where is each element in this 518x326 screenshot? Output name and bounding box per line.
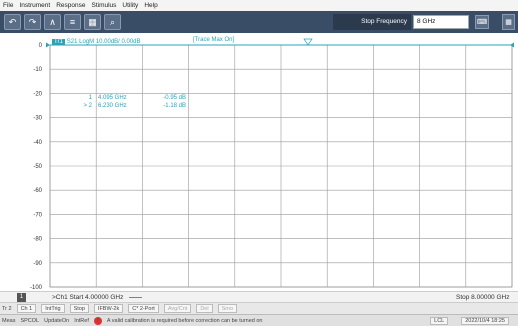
stop-frequency-label: Stop Frequency (333, 14, 411, 30)
marker-table: 1 4.095 GHz -0.95 dB > 2 6.230 GHz -1.18… (80, 94, 186, 110)
stop-frequency[interactable]: Stop 8.00000 GHz (456, 293, 509, 302)
grid-icon[interactable]: ▦ (84, 14, 101, 30)
correction-button[interactable]: C* 2-Port (128, 304, 159, 313)
marker-freq: 6.230 GHz (98, 103, 127, 109)
status-update: UpdateOn (44, 317, 70, 324)
trace-chart: 0 -10 -20 -30 -40 -50 -60 -70 -80 -90 -100 Tr1 S21… (0, 33, 518, 291)
stimulus-bar: 1 >Ch1 Start 4.00000 GHz Stop 8.00000 GH… (0, 291, 518, 302)
status-right: LCL 2022/10/4 18:25 (422, 317, 514, 325)
y-tick-label: -10 (33, 67, 42, 73)
trace-icon[interactable]: ≡ (64, 14, 81, 30)
menu-utility[interactable]: Utility (122, 0, 138, 11)
trace-label[interactable]: Tr1 S21 LogM 10.00dB/ 0.00dB (52, 37, 141, 46)
smoothing-button[interactable]: Smo (217, 304, 237, 313)
stop-frequency-control: Stop Frequency 8 GHz ⌨ (333, 14, 501, 30)
status-warning: A valid calibration is required before c… (106, 317, 263, 324)
marker-icon[interactable]: ∧ (44, 14, 61, 30)
start-frequency[interactable]: >Ch1 Start 4.00000 GHz (52, 293, 123, 302)
zoom-icon[interactable]: ⌕ (104, 14, 121, 30)
stop-frequency-input[interactable]: 8 GHz (413, 15, 469, 29)
toolbar: ↶ ↷ ∧ ≡ ▦ ⌕ Stop Frequency 8 GHz ⌨ ▦ (0, 11, 518, 33)
undo-icon[interactable]: ↶ (4, 14, 21, 30)
menu-stimulus[interactable]: Stimulus (91, 0, 116, 11)
channel-badge[interactable]: 1 (17, 293, 26, 302)
marker-row: 1 4.095 GHz -0.95 dB (80, 94, 186, 102)
menu-bar: File Instrument Response Stimulus Utilit… (0, 0, 518, 11)
trace-count: Tr 2 (2, 305, 12, 312)
marker-index: > 2 (83, 103, 92, 109)
menu-instrument[interactable]: Instrument (19, 0, 50, 11)
delay-button[interactable]: Del (196, 304, 213, 313)
y-tick-label: -50 (33, 164, 42, 170)
menu-file[interactable]: File (3, 0, 13, 11)
status-bar: Meas SPCOL UpdateOn IntRef ! A valid cal… (0, 314, 518, 326)
marker-freq: 4.095 GHz (98, 95, 127, 101)
marker-2-icon (303, 38, 313, 46)
y-tick-label: -30 (33, 116, 42, 122)
y-tick-label: -60 (33, 188, 42, 194)
status-ref: IntRef (74, 317, 89, 324)
y-tick-label: -70 (33, 212, 42, 218)
y-tick-label: -90 (33, 261, 42, 267)
trigger-button[interactable]: IntTrig (41, 304, 65, 313)
trace-format: S21 LogM 10.00dB/ 0.00dB (66, 38, 141, 45)
menu-help[interactable]: Help (144, 0, 157, 11)
keypad-icon[interactable]: ⌨ (475, 15, 489, 29)
channel-status-bar: Tr 2 Ch 1 IntTrig Stop IFBW-2k C* 2-Port… (0, 302, 518, 314)
redo-icon[interactable]: ↷ (24, 14, 41, 30)
status-meas: Meas (2, 317, 16, 324)
reference-arrow-icon (46, 42, 50, 48)
trace-legend-line (129, 297, 142, 298)
sweep-state-button[interactable]: Stop (69, 304, 89, 313)
chart-svg: 0-10-20-30-40-50-60-70-80-90-100 (30, 38, 514, 291)
status-datetime: 2022/10/4 18:25 (461, 317, 509, 325)
marker-row: > 2 6.230 GHz -1.18 dB (80, 102, 186, 110)
warning-icon: ! (93, 316, 102, 325)
marker-index: 1 (88, 95, 92, 101)
trace-max-label: [Trace Max On] (193, 37, 235, 43)
menu-response[interactable]: Response (56, 0, 85, 11)
trace-id: Tr1 (52, 38, 65, 45)
marker-value: -1.18 dB (163, 103, 186, 109)
y-tick-label: -40 (33, 140, 42, 146)
y-tick-label: -80 (33, 237, 42, 243)
y-tick-label: 0 (39, 43, 43, 49)
y-tick-label: -20 (33, 91, 42, 97)
ifbw-button[interactable]: IFBW-2k (93, 304, 124, 313)
marker-value: -0.95 dB (163, 95, 186, 101)
menu-grid-icon[interactable]: ▦ (502, 14, 515, 30)
average-button[interactable]: Avg/Cnt (163, 304, 192, 313)
status-spcol: SPCOL (20, 317, 40, 324)
status-lcl: LCL (430, 317, 449, 325)
channel-button[interactable]: Ch 1 (16, 304, 37, 313)
